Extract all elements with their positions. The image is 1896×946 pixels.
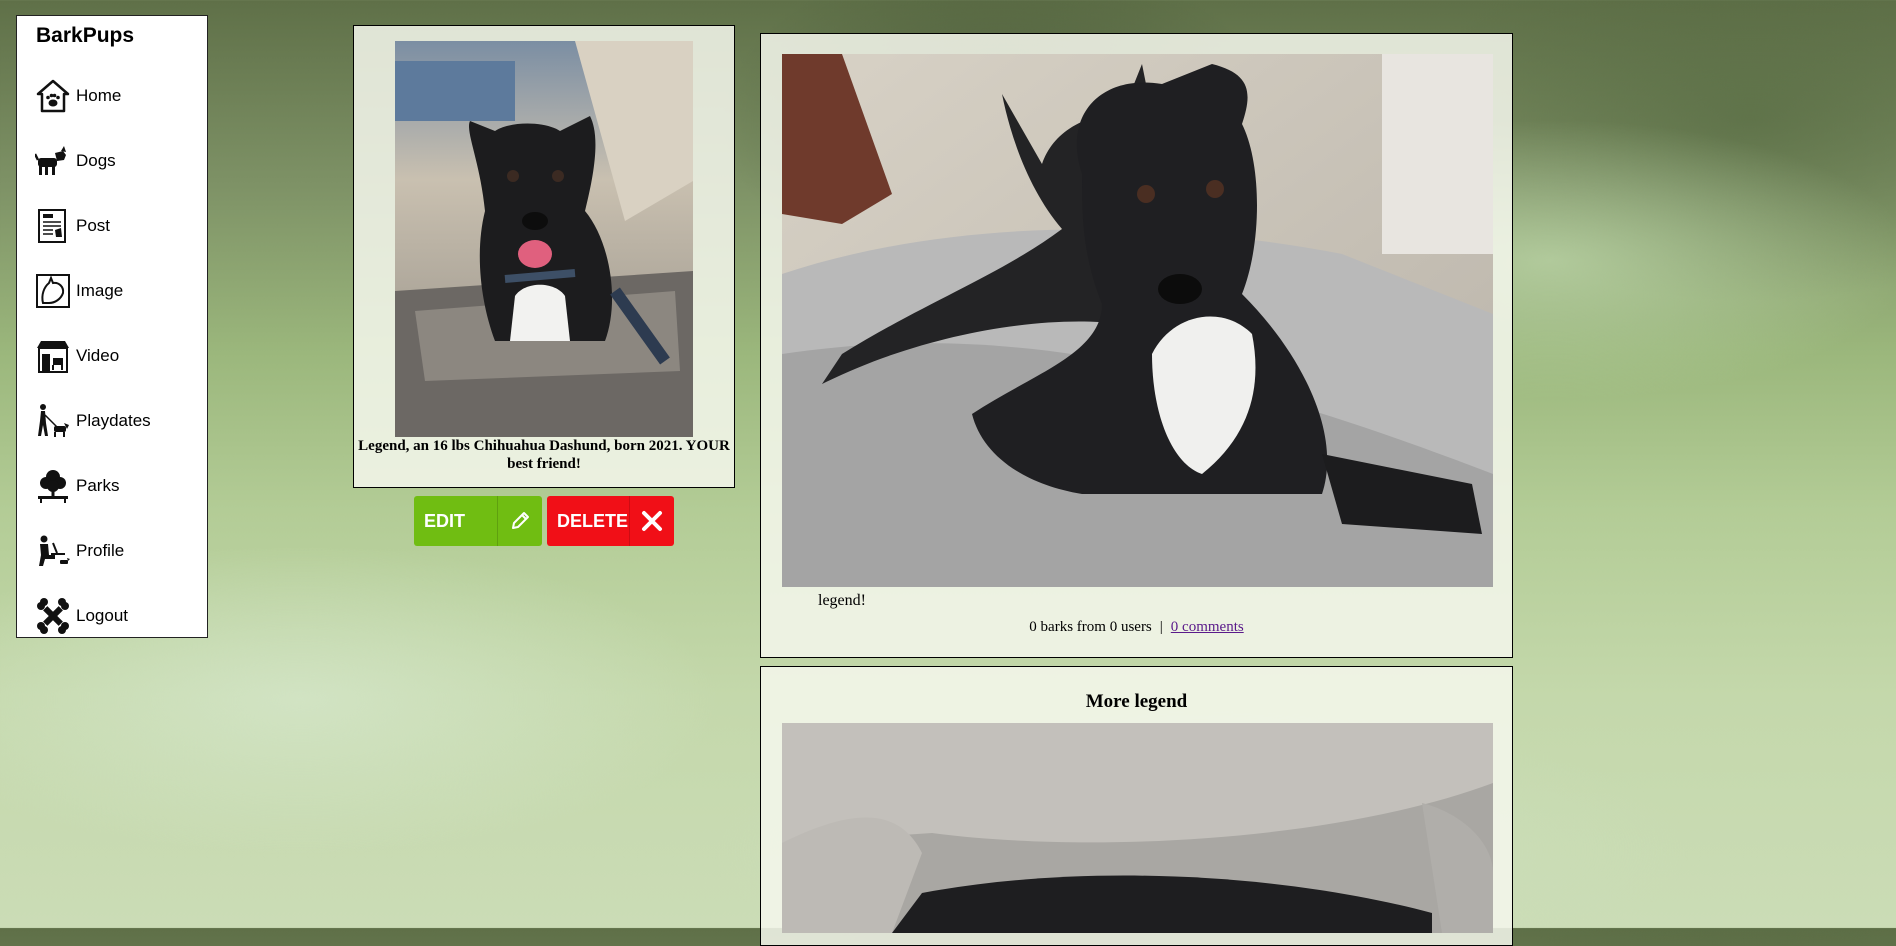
post-title: More legend	[1085, 691, 1188, 712]
person-walking-dog-icon	[35, 403, 71, 439]
sidebar-item-label: Post	[76, 216, 111, 235]
edit-button-label: EDIT	[424, 510, 466, 531]
sidebar-item-post[interactable]: Post	[35, 204, 110, 248]
sidebar-item-label: Parks	[76, 476, 120, 495]
comments-link[interactable]: 0 comments	[1171, 619, 1244, 635]
sidebar-item-label: Dogs	[76, 151, 116, 170]
storefront-dog-icon	[35, 338, 71, 374]
dog-portrait-icon	[35, 273, 71, 309]
post-stats: 0 barks from 0 users | 0 comments	[761, 619, 1512, 636]
dog-profile-caption: Legend, an 16 lbs Chihuahua Dashund, bor…	[358, 438, 730, 472]
barks-count: 0 barks from 0 users	[1029, 619, 1152, 635]
sidebar-item-label: Logout	[76, 606, 128, 625]
sidebar-item-dogs[interactable]: Dogs	[35, 139, 116, 183]
delete-button-label: DELETE	[557, 510, 629, 531]
sidebar-item-home[interactable]: Home	[35, 74, 121, 118]
post-icon	[35, 208, 71, 244]
dog-icon	[35, 143, 71, 179]
sidebar-item-playdates[interactable]: Playdates	[35, 399, 151, 443]
tree-bench-icon	[35, 468, 71, 504]
sidebar-item-logout[interactable]: Logout	[35, 594, 128, 638]
sidebar-item-label: Image	[76, 281, 124, 300]
person-laptop-dog-icon	[35, 533, 71, 569]
post-card: legend! 0 barks from 0 users | 0 comments	[760, 33, 1513, 658]
sidebar-item-label: Video	[76, 346, 120, 365]
sidebar-item-parks[interactable]: Parks	[35, 464, 119, 508]
sidebar-item-label: Profile	[76, 541, 125, 560]
delete-button[interactable]: DELETE	[547, 496, 674, 546]
post-photo[interactable]	[782, 54, 1493, 587]
sidebar: BarkPups Home Dogs Post Image Video Play…	[16, 15, 208, 638]
edit-button[interactable]: EDIT	[414, 496, 542, 546]
bones-icon	[35, 598, 71, 634]
post-card: More legend	[760, 666, 1513, 946]
dog-profile-card: Legend, an 16 lbs Chihuahua Dashund, bor…	[353, 25, 735, 488]
sidebar-item-video[interactable]: Video	[35, 334, 119, 378]
sidebar-item-image[interactable]: Image	[35, 269, 123, 313]
post-photo[interactable]	[782, 723, 1493, 933]
sidebar-item-profile[interactable]: Profile	[35, 529, 124, 573]
dog-profile-photo	[395, 41, 693, 437]
sidebar-item-label: Playdates	[76, 411, 151, 430]
close-icon	[629, 496, 674, 546]
pencil-icon	[497, 496, 542, 546]
post-text: legend!	[818, 592, 866, 609]
stats-separator: |	[1159, 619, 1163, 635]
brand-title: BarkPups	[36, 24, 135, 47]
house-paw-icon	[35, 78, 71, 114]
sidebar-item-label: Home	[76, 86, 122, 105]
